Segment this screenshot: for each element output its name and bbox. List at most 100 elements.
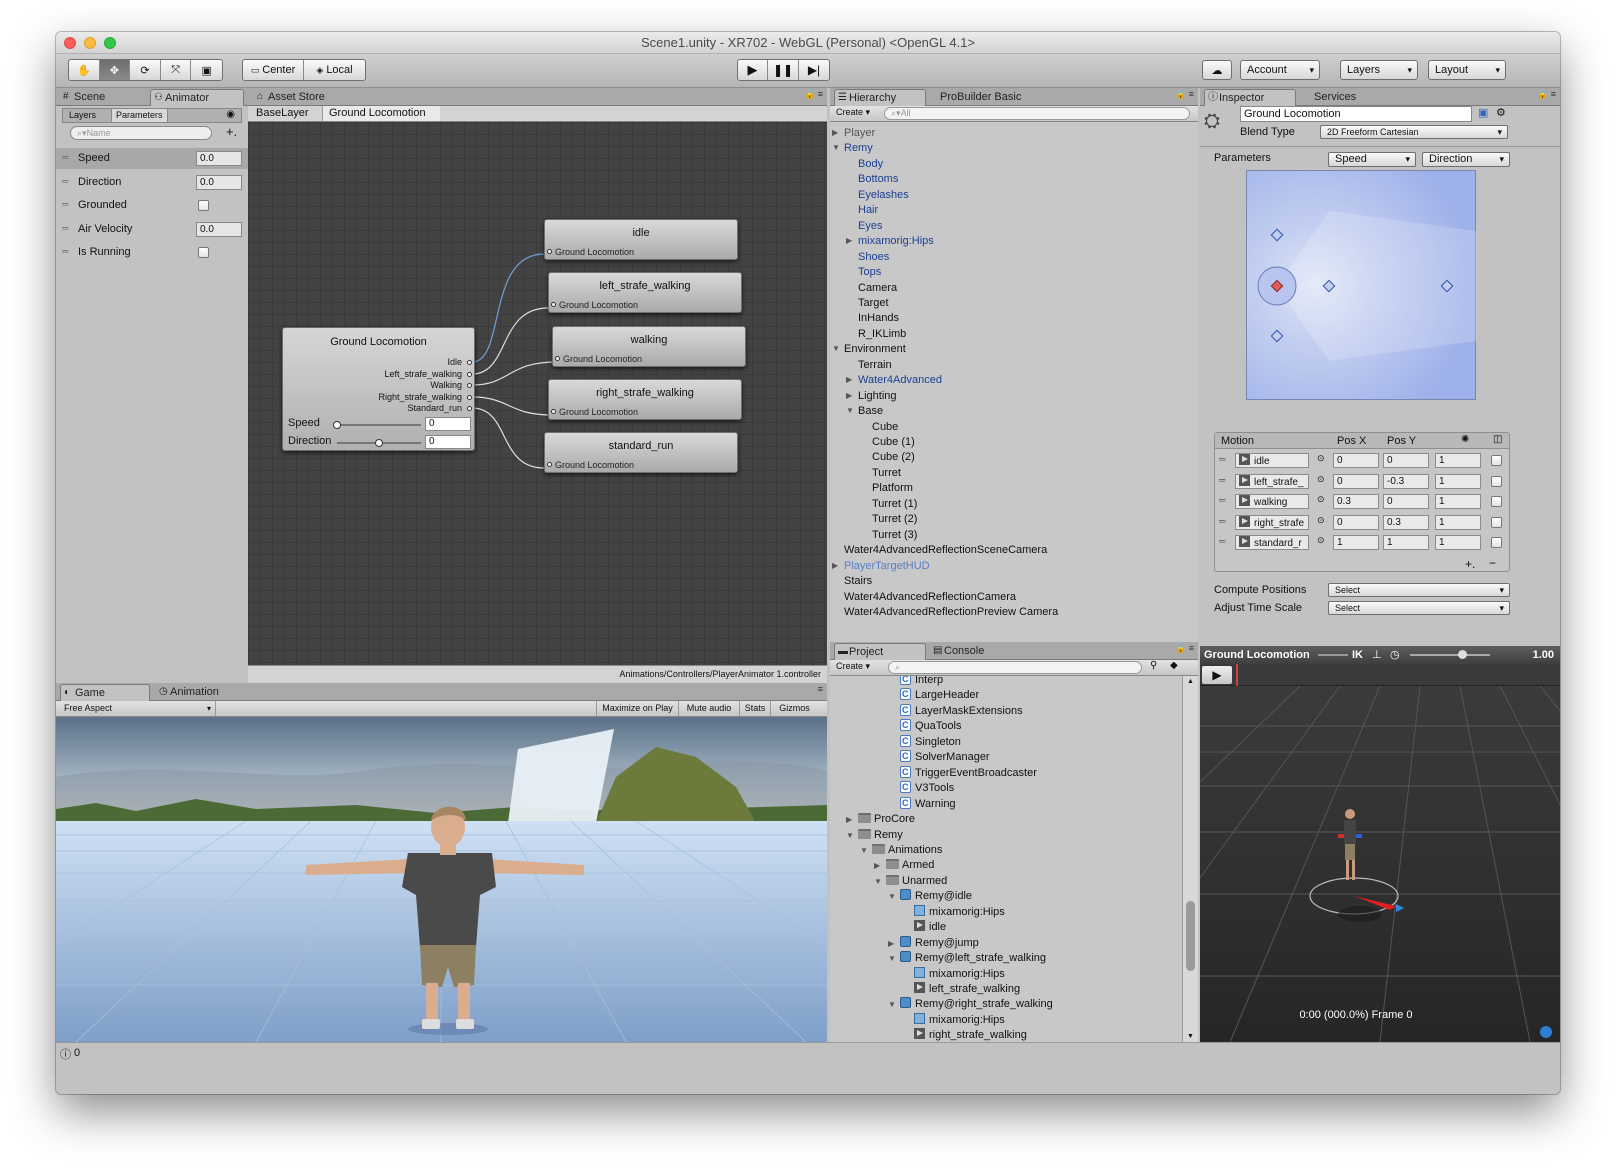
layout-dropdown[interactable]: Layout (1428, 60, 1506, 80)
gear-icon[interactable]: ⚙ (1496, 106, 1506, 119)
expanded-arrow-icon[interactable]: ▼ (888, 1000, 896, 1009)
motion-mirror-checkbox[interactable] (1491, 496, 1502, 507)
hierarchy-item[interactable]: PlayerTargetHUD (844, 559, 930, 573)
close-window-button[interactable] (64, 37, 76, 49)
collapsed-arrow-icon[interactable]: ▶ (846, 815, 852, 824)
state-input-port[interactable] (547, 249, 552, 254)
hierarchy-item[interactable]: mixamorig:Hips (858, 234, 934, 248)
hierarchy-item[interactable]: Turret (3) (872, 528, 917, 542)
drag-handle-icon[interactable]: ═ (1219, 475, 1225, 485)
pivot-center-button[interactable]: ▭ Center (243, 60, 305, 80)
hierarchy-item[interactable]: Body (858, 157, 883, 171)
preview-drag-handle[interactable] (1318, 654, 1348, 656)
project-create-button[interactable]: Create ▾ (836, 661, 870, 672)
blend-output-port[interactable] (467, 360, 472, 365)
parameter-row[interactable]: ═ Air Velocity 0.0 (56, 219, 248, 240)
drag-handle-icon[interactable]: ═ (62, 152, 68, 162)
project-item[interactable]: SolverManager (900, 749, 990, 764)
project-item[interactable]: right_strafe_walking (914, 1028, 1027, 1042)
motion-mirror-checkbox[interactable] (1491, 516, 1502, 528)
tab-animator[interactable]: ⚇ Animator (150, 89, 244, 106)
drag-handle-icon[interactable]: ═ (62, 246, 68, 256)
hierarchy-item[interactable]: Player (844, 126, 875, 140)
motion-mirror-checkbox[interactable] (1491, 475, 1502, 487)
project-item[interactable]: Remy@idle (900, 889, 972, 903)
hierarchy-item[interactable]: Platform (872, 481, 913, 495)
project-scroll-thumb[interactable] (1186, 901, 1195, 971)
motion-row[interactable]: ═ walking ⊙ 0.3 0 1 (1215, 493, 1509, 511)
drag-handle-icon[interactable]: ═ (1219, 516, 1225, 526)
hierarchy-item[interactable]: Base (858, 404, 883, 418)
info-icon[interactable]: ⓘ (60, 1046, 71, 1062)
eye-icon[interactable]: ◉ (226, 109, 235, 120)
hierarchy-menu-icon[interactable]: 🔒 ≡ (1175, 89, 1194, 100)
parameter-row[interactable]: ═ Grounded (56, 195, 248, 216)
project-item[interactable]: LayerMaskExtensions (900, 703, 1023, 718)
hierarchy-item[interactable]: Tops (858, 265, 881, 279)
project-item[interactable]: idle (914, 920, 946, 934)
book-icon[interactable]: ▣ (1478, 106, 1488, 119)
motion-speed-input[interactable]: 1 (1435, 473, 1481, 489)
hierarchy-item[interactable]: R_IKLimb (858, 327, 906, 341)
tab-project[interactable]: ▬ Project (834, 643, 926, 660)
motion-mirror-checkbox[interactable] (1491, 537, 1502, 548)
parameter-bool-checkbox[interactable] (198, 247, 209, 258)
move-tool-button[interactable]: ✥ (99, 60, 131, 80)
motion-clip-field[interactable]: left_strafe_ (1235, 473, 1309, 489)
motion-posy-input[interactable]: 1 (1383, 535, 1429, 550)
add-parameter-button[interactable]: +. (226, 124, 237, 139)
motion-posy-input[interactable]: 0 (1383, 494, 1429, 509)
scale-tool-button[interactable]: ⤧ (161, 60, 192, 80)
project-item[interactable]: Warning (900, 796, 956, 811)
add-motion-button[interactable]: +. (1465, 557, 1475, 571)
cloud-button[interactable]: ☁ (1202, 60, 1232, 80)
expanded-arrow-icon[interactable]: ▼ (832, 344, 840, 353)
filter-type-icon[interactable]: ⚲ (1150, 660, 1157, 671)
state-node[interactable]: left_strafe_walking Ground Locomotion (548, 272, 742, 313)
parameter-row[interactable]: ═ Direction 0.0 (56, 172, 248, 193)
blend-output-port[interactable] (467, 383, 472, 388)
motion-speed-input[interactable]: 1 (1435, 453, 1481, 468)
state-input-port[interactable] (547, 462, 552, 467)
preview-3d-render[interactable]: 0:00 (000.0%) Frame 0 (1200, 686, 1560, 1042)
project-item[interactable]: Unarmed (886, 874, 947, 888)
game-toolbar-toggle[interactable]: Gizmos (770, 701, 818, 716)
collapsed-arrow-icon[interactable]: ▶ (832, 561, 838, 570)
hierarchy-item[interactable]: Turret (2) (872, 512, 917, 526)
object-picker-icon[interactable]: ⊙ (1317, 494, 1325, 505)
expanded-arrow-icon[interactable]: ▼ (888, 954, 896, 963)
project-item[interactable]: Singleton (900, 734, 961, 749)
project-item[interactable]: left_strafe_walking (914, 982, 1020, 996)
project-menu-icon[interactable]: 🔒 ≡ (1175, 643, 1194, 654)
project-item[interactable]: Remy@jump (900, 935, 979, 950)
aspect-dropdown[interactable]: Free Aspect ▾ (56, 701, 216, 716)
pivot-icon[interactable]: ⊥ (1372, 646, 1382, 664)
project-item[interactable]: Remy@right_strafe_walking (900, 997, 1053, 1011)
step-button[interactable]: ▶| (799, 60, 829, 80)
subtab-parameters[interactable]: Parameters (111, 109, 168, 122)
hierarchy-item[interactable]: Target (858, 296, 889, 310)
subtab-layers[interactable]: Layers (69, 110, 96, 120)
project-item[interactable]: Interp (900, 676, 943, 687)
motion-row[interactable]: ═ standard_r ⊙ 1 1 1 (1215, 534, 1509, 552)
game-viewport[interactable] (56, 717, 827, 1042)
project-item[interactable]: Remy (858, 828, 903, 842)
game-toolbar-toggle[interactable]: Maximize on Play (596, 701, 678, 716)
adjust-time-dropdown[interactable]: Select (1328, 601, 1510, 615)
hierarchy-item[interactable]: Eyes (858, 219, 882, 233)
expanded-arrow-icon[interactable]: ▼ (874, 877, 882, 886)
state-node[interactable]: right_strafe_walking Ground Locomotion (548, 379, 742, 420)
minimize-window-button[interactable] (84, 37, 96, 49)
expanded-arrow-icon[interactable]: ▼ (846, 831, 854, 840)
motion-posx-input[interactable]: 0.3 (1333, 494, 1379, 509)
hierarchy-item[interactable]: Hair (858, 203, 878, 217)
collapsed-arrow-icon[interactable]: ▶ (874, 861, 880, 870)
blend-direction-input[interactable]: 0 (425, 435, 471, 449)
direction-slider-track[interactable] (337, 439, 421, 447)
project-item[interactable]: V3Tools (900, 780, 954, 795)
breadcrumb-ground-locomotion[interactable]: Ground Locomotion (322, 106, 440, 121)
drag-handle-icon[interactable]: ═ (1219, 536, 1225, 546)
collapsed-arrow-icon[interactable]: ▶ (888, 939, 894, 948)
expanded-arrow-icon[interactable]: ▼ (860, 846, 868, 855)
layers-dropdown[interactable]: Layers (1340, 60, 1418, 80)
